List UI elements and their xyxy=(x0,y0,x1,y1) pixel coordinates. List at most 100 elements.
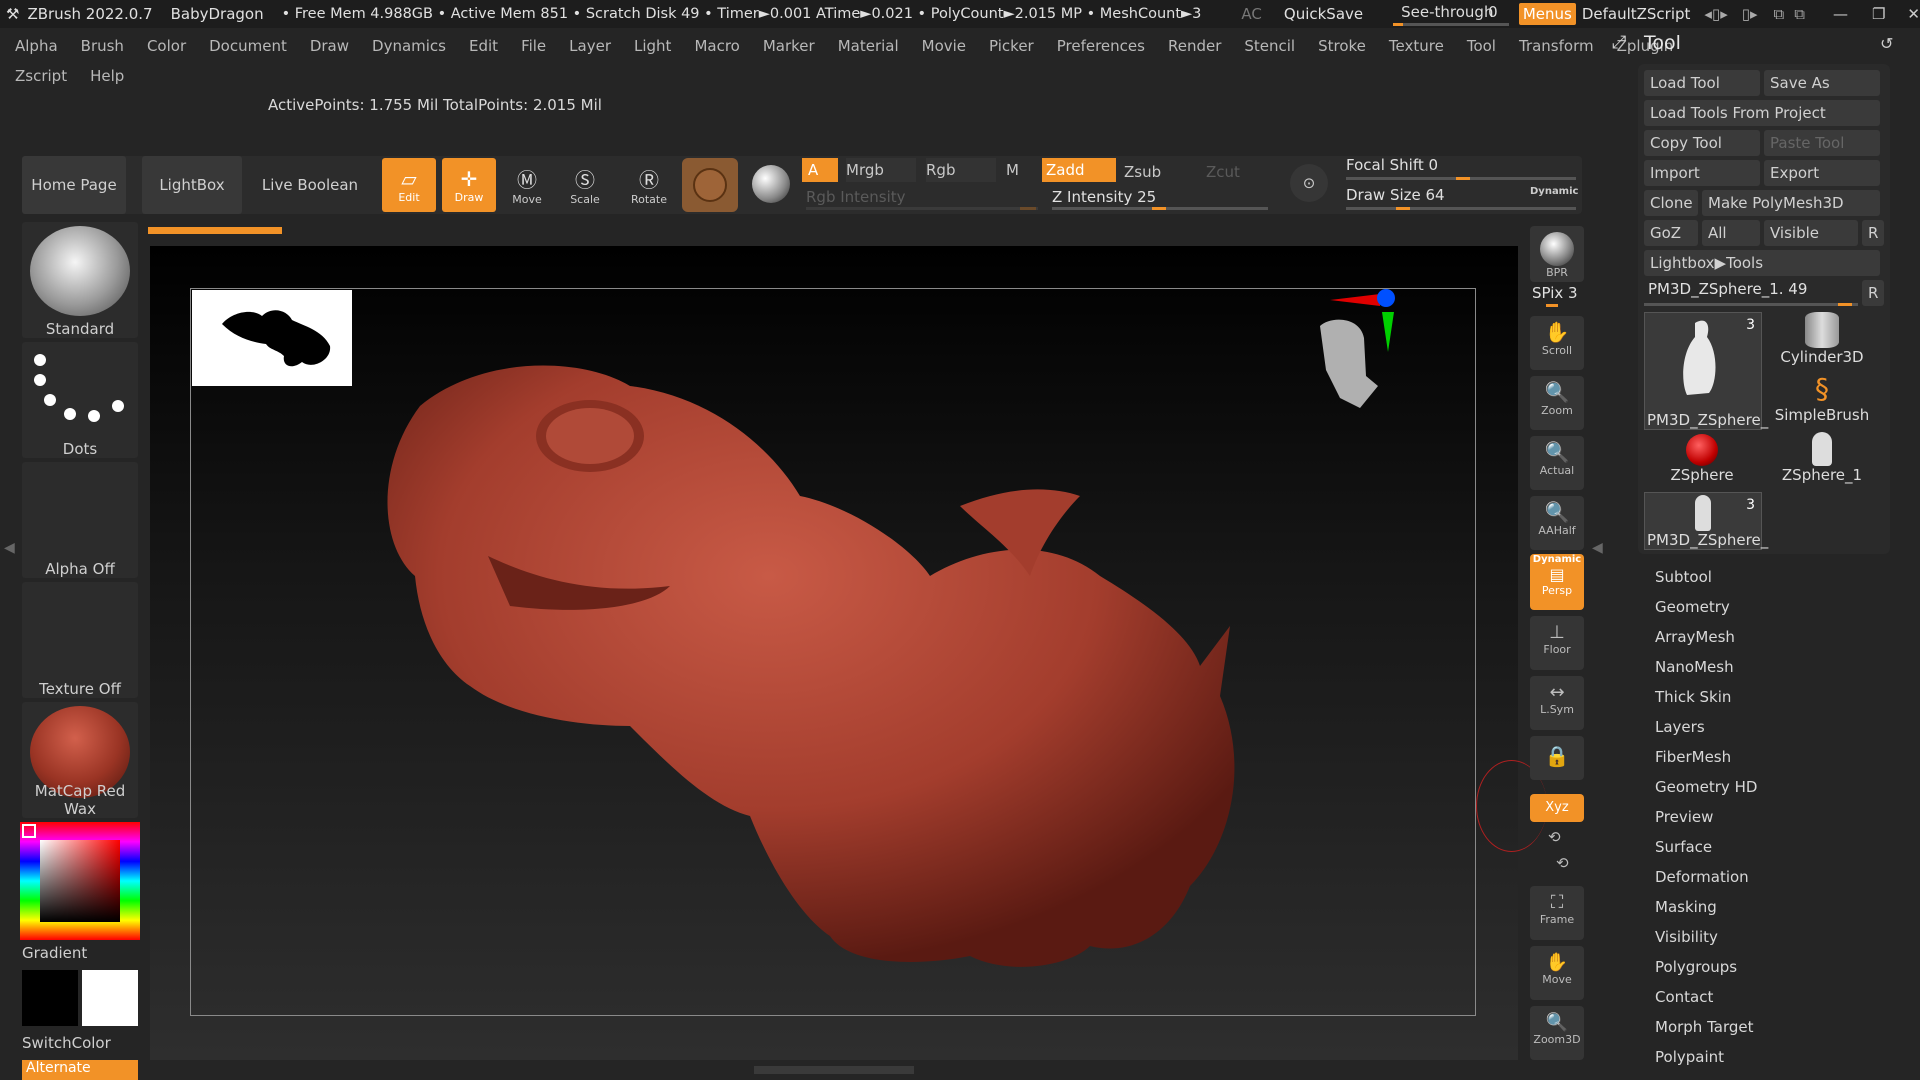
z-intensity-slider[interactable]: Z Intensity 25 xyxy=(1052,188,1268,212)
subpalette-surface[interactable]: Surface xyxy=(1655,838,1712,856)
tool-thumb-zsphere-1[interactable]: ZSphere_1 xyxy=(1764,432,1880,488)
zadd-toggle[interactable]: Zadd xyxy=(1042,158,1116,182)
goz-r-button[interactable]: R xyxy=(1862,220,1884,246)
menu-stencil[interactable]: Stencil xyxy=(1244,37,1295,55)
lightbox-button[interactable]: LightBox xyxy=(142,156,242,214)
window-layout-icon[interactable]: ⧉ xyxy=(1774,5,1785,23)
rotate-z-icon[interactable]: ⟲ xyxy=(1556,854,1569,872)
scroll-button[interactable]: ✋ Scroll xyxy=(1530,316,1584,370)
left-tray-collapse-icon[interactable]: ◀ xyxy=(4,540,15,556)
menu-color[interactable]: Color xyxy=(147,37,186,55)
material-slot[interactable]: MatCap Red Wax xyxy=(22,702,138,818)
dynamic-size-toggle[interactable]: Dynamic xyxy=(1530,186,1578,197)
zoom-button[interactable]: 🔍 Zoom xyxy=(1530,376,1584,430)
restore-icon[interactable]: ❐ xyxy=(1872,5,1885,23)
clone-button[interactable]: Clone xyxy=(1644,190,1698,216)
mrgb-toggle[interactable]: Mrgb xyxy=(846,158,916,182)
scale-button[interactable]: Ⓢ Scale xyxy=(562,164,608,206)
menu-zscript[interactable]: Zscript xyxy=(15,67,67,85)
menu-material[interactable]: Material xyxy=(838,37,899,55)
menu-picker[interactable]: Picker xyxy=(989,37,1034,55)
menu-stroke[interactable]: Stroke xyxy=(1318,37,1366,55)
menu-document[interactable]: Document xyxy=(209,37,287,55)
subpalette-geometry[interactable]: Geometry xyxy=(1655,598,1730,616)
focal-shift-slider[interactable]: Focal Shift 0 xyxy=(1346,156,1576,180)
actual-button[interactable]: 🔍 Actual xyxy=(1530,436,1584,490)
load-tools-from-project-button[interactable]: Load Tools From Project xyxy=(1644,100,1880,126)
subpalette-thick-skin[interactable]: Thick Skin xyxy=(1655,688,1731,706)
see-through-slider[interactable]: See-through 0 xyxy=(1393,2,1510,26)
export-button[interactable]: Export xyxy=(1764,160,1880,186)
subpalette-nanomesh[interactable]: NanoMesh xyxy=(1655,658,1734,676)
alternate-button[interactable]: Alternate xyxy=(22,1060,138,1080)
subpalette-contact[interactable]: Contact xyxy=(1655,988,1713,1006)
subpalette-fibermesh[interactable]: FiberMesh xyxy=(1655,748,1731,766)
tool-thumb-pm3d-1[interactable]: 3 PM3D_ZSphere_ xyxy=(1644,312,1768,430)
close-icon[interactable]: ✕ xyxy=(1907,5,1920,23)
load-tool-button[interactable]: Load Tool xyxy=(1644,70,1760,96)
zsub-toggle[interactable]: Zsub xyxy=(1124,160,1194,184)
a-toggle[interactable]: A xyxy=(802,158,838,182)
subpalette-polypaint[interactable]: Polypaint xyxy=(1655,1048,1724,1066)
move-view-button[interactable]: ✋ Move xyxy=(1530,946,1584,1000)
menu-transform[interactable]: Transform xyxy=(1519,37,1594,55)
menu-layer[interactable]: Layer xyxy=(569,37,611,55)
subpalette-visibility[interactable]: Visibility xyxy=(1655,928,1718,946)
menu-dynamics[interactable]: Dynamics xyxy=(372,37,446,55)
lsym-button[interactable]: ↔ L.Sym xyxy=(1530,676,1584,730)
menu-render[interactable]: Render xyxy=(1168,37,1221,55)
frame-button[interactable]: ⛶ Frame xyxy=(1530,886,1584,940)
subpalette-geometry-hd[interactable]: Geometry HD xyxy=(1655,778,1757,796)
ac-toggle[interactable]: AC xyxy=(1241,5,1261,23)
menu-edit[interactable]: Edit xyxy=(469,37,498,55)
draw-button[interactable]: ✛ Draw xyxy=(442,158,496,212)
persp-button[interactable]: Dynamic ▤ Persp xyxy=(1530,554,1584,610)
floor-button[interactable]: ⊥ Floor xyxy=(1530,616,1584,670)
rgb-intensity-slider[interactable]: Rgb Intensity xyxy=(806,188,1038,212)
copy-tool-button[interactable]: Copy Tool xyxy=(1644,130,1760,156)
zcut-toggle[interactable]: Zcut xyxy=(1206,160,1256,184)
main-color-swatch[interactable] xyxy=(22,970,78,1026)
minimize-icon[interactable]: — xyxy=(1833,5,1848,23)
goz-all-button[interactable]: All xyxy=(1702,220,1760,246)
goz-button[interactable]: GoZ xyxy=(1644,220,1698,246)
subpalette-layers[interactable]: Layers xyxy=(1655,718,1705,736)
menu-tool[interactable]: Tool xyxy=(1467,37,1496,55)
lazy-mouse-icon[interactable]: ⊙ xyxy=(1290,164,1328,202)
save-as-button[interactable]: Save As xyxy=(1764,70,1880,96)
subpalette-deformation[interactable]: Deformation xyxy=(1655,868,1749,886)
baby-dragon-model[interactable] xyxy=(150,246,1518,1060)
gradient-label[interactable]: Gradient xyxy=(22,944,87,962)
subpalette-masking[interactable]: Masking xyxy=(1655,898,1717,916)
spix-slider[interactable]: SPix 3 xyxy=(1532,284,1578,302)
secondary-color-swatch[interactable] xyxy=(82,970,138,1026)
move-button[interactable]: Ⓜ Move xyxy=(504,164,550,206)
aahalf-button[interactable]: 🔍 AAHalf xyxy=(1530,496,1584,550)
menu-file[interactable]: File xyxy=(521,37,546,55)
menu-marker[interactable]: Marker xyxy=(763,37,815,55)
bottom-tray-handle[interactable] xyxy=(754,1066,914,1074)
tool-r-button[interactable]: R xyxy=(1862,280,1884,306)
bpr-button[interactable]: BPR xyxy=(1530,226,1584,282)
tool-pin-icon[interactable]: ⤢ xyxy=(1612,32,1626,53)
stroke-slot[interactable]: Dots xyxy=(22,342,138,458)
color-picker[interactable] xyxy=(20,822,140,940)
alpha-slot[interactable]: Alpha Off xyxy=(22,462,138,578)
window-layout2-icon[interactable]: ⧉ xyxy=(1794,5,1805,23)
goz-visible-button[interactable]: Visible xyxy=(1764,220,1858,246)
lock-button[interactable]: 🔒 xyxy=(1530,736,1584,780)
xyz-button[interactable]: Xyz xyxy=(1530,794,1584,822)
tool-thumb-pm3d-2[interactable]: 3 PM3D_ZSphere_ xyxy=(1644,492,1768,550)
rotate-y-icon[interactable]: ⟲ xyxy=(1548,828,1561,846)
home-page-button[interactable]: Home Page xyxy=(22,156,126,214)
make-polymesh3d-button[interactable]: Make PolyMesh3D xyxy=(1702,190,1880,216)
tool-thumb-simplebrush[interactable]: § SimpleBrush xyxy=(1764,372,1880,428)
edit-button[interactable]: ▱ Edit xyxy=(382,158,436,212)
live-boolean-button[interactable]: Live Boolean xyxy=(258,156,362,214)
subpalette-arraymesh[interactable]: ArrayMesh xyxy=(1655,628,1735,646)
subpalette-morph-target[interactable]: Morph Target xyxy=(1655,1018,1754,1036)
subpalette-subtool[interactable]: Subtool xyxy=(1655,568,1712,586)
menu-movie[interactable]: Movie xyxy=(922,37,966,55)
m-toggle[interactable]: M xyxy=(1006,158,1034,182)
menu-draw[interactable]: Draw xyxy=(310,37,349,55)
